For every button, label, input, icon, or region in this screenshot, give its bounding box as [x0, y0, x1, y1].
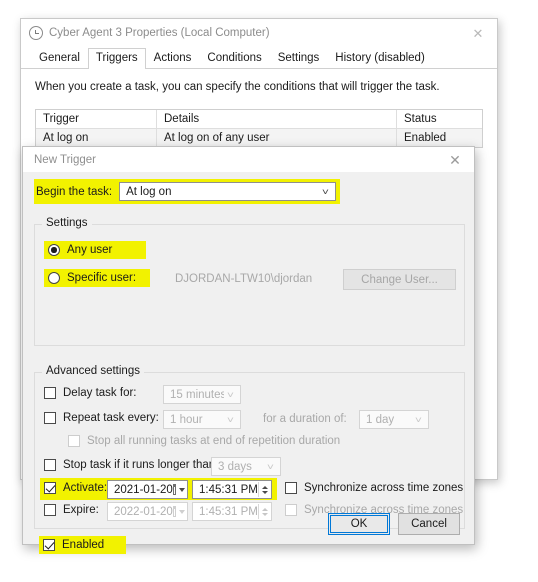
tab-actions[interactable]: Actions	[146, 48, 200, 68]
settings-group: Settings Any user Specific user: DJORDAN…	[34, 217, 465, 346]
spinner-icon[interactable]	[258, 482, 270, 497]
stop-task-select[interactable]: 3 days ˅	[211, 457, 281, 476]
repeat-task-value: 1 hour	[170, 413, 203, 426]
change-user-button[interactable]: Change User...	[343, 269, 456, 290]
cell-trigger: At log on	[43, 132, 89, 144]
activate-row: Activate:	[44, 482, 107, 494]
stop-all-checkbox[interactable]	[68, 435, 80, 447]
cell-status: Enabled	[396, 129, 482, 147]
chevron-down-icon: ˅	[226, 414, 235, 425]
activate-time-value: 1:45:31 PM	[199, 483, 258, 496]
activate-date-input[interactable]: 2021-01-20	[107, 480, 188, 499]
tab-general[interactable]: General	[31, 48, 88, 68]
activate-sync-label: Synchronize across time zones	[304, 482, 464, 494]
triggers-description: When you create a task, you can specify …	[35, 81, 440, 93]
chevron-down-icon: ˅	[414, 414, 423, 425]
repeat-task-label: Repeat task every:	[63, 412, 159, 424]
chevron-down-icon: ˅	[266, 461, 275, 472]
column-header-details: Details	[156, 110, 396, 128]
begin-task-label: Begin the task:	[36, 185, 113, 198]
activate-label: Activate:	[63, 482, 108, 494]
column-header-trigger: Trigger	[43, 113, 79, 125]
settings-group-legend: Settings	[42, 217, 92, 229]
column-header-status: Status	[396, 110, 482, 128]
tab-conditions[interactable]: Conditions	[199, 48, 269, 68]
delay-task-row: Delay task for:	[44, 387, 137, 399]
dialog-title: New Trigger	[34, 153, 96, 166]
tab-history[interactable]: History (disabled)	[327, 48, 432, 68]
begin-task-value: At log on	[126, 185, 172, 198]
radio-icon-specific-user[interactable]	[48, 272, 60, 284]
duration-value: 1 day	[366, 413, 395, 426]
stop-task-value: 3 days	[218, 460, 252, 473]
dialog-footer: OK Cancel	[23, 504, 474, 544]
repeat-task-row: Repeat task every:	[44, 412, 159, 424]
properties-window-title: Cyber Agent 3 Properties (Local Computer…	[49, 27, 270, 39]
tab-triggers[interactable]: Triggers	[87, 47, 146, 69]
table-header-row: Trigger Details Status	[36, 110, 482, 129]
ok-button[interactable]: OK	[328, 513, 390, 535]
new-trigger-dialog: New Trigger ✕ Begin the task: At log on …	[22, 146, 475, 554]
properties-body: When you create a task, you can specify …	[21, 69, 497, 148]
tab-settings[interactable]: Settings	[270, 48, 328, 68]
any-user-radio-row[interactable]: Any user	[44, 241, 147, 259]
cell-details: At log on of any user	[156, 129, 396, 147]
triggers-table: Trigger Details Status At log on At log …	[35, 109, 483, 148]
table-row[interactable]: At log on At log on of any user Enabled	[36, 129, 482, 147]
activate-sync-checkbox[interactable]	[285, 482, 297, 494]
any-user-label: Any user	[67, 244, 113, 256]
delay-task-select[interactable]: 15 minutes ˅	[163, 385, 241, 404]
properties-titlebar: Cyber Agent 3 Properties (Local Computer…	[21, 19, 497, 47]
chevron-down-icon	[179, 487, 185, 492]
stop-task-checkbox[interactable]	[44, 459, 56, 471]
dialog-close-icon[interactable]: ✕	[438, 148, 472, 172]
stop-all-label: Stop all running tasks at end of repetit…	[87, 435, 341, 447]
repeat-task-select[interactable]: 1 hour ˅	[163, 410, 241, 429]
delay-task-label: Delay task for:	[63, 387, 137, 399]
clock-icon	[29, 26, 43, 40]
dialog-body: Begin the task: At log on ˅ Settings Any…	[23, 172, 474, 554]
delay-task-value: 15 minutes	[170, 388, 224, 401]
close-icon[interactable]: ✕	[463, 21, 493, 45]
chevron-down-icon: ˅	[226, 389, 235, 400]
specific-user-radio-row[interactable]: Specific user:	[44, 269, 151, 287]
stop-task-label: Stop task if it runs longer than:	[63, 459, 219, 471]
activate-checkbox[interactable]	[44, 482, 56, 494]
properties-tab-bar: General Triggers Actions Conditions Sett…	[21, 47, 497, 69]
activate-date-value: 2021-01-20	[114, 483, 173, 496]
specific-user-value: DJORDAN-LTW10\djordan	[175, 273, 313, 285]
activate-time-input[interactable]: 1:45:31 PM	[192, 480, 272, 499]
dialog-titlebar: New Trigger ✕	[23, 147, 474, 172]
activate-sync-row: Synchronize across time zones	[285, 482, 463, 494]
duration-select[interactable]: 1 day ˅	[359, 410, 429, 429]
calendar-icon	[172, 484, 177, 495]
radio-icon-any-user[interactable]	[48, 244, 60, 256]
advanced-group-legend: Advanced settings	[42, 365, 144, 377]
duration-label: for a duration of:	[263, 413, 347, 425]
specific-user-label: Specific user:	[67, 272, 137, 284]
chevron-down-icon: ˅	[321, 186, 330, 197]
stop-all-row: Stop all running tasks at end of repetit…	[68, 435, 340, 447]
begin-task-select[interactable]: At log on ˅	[119, 182, 336, 201]
delay-task-checkbox[interactable]	[44, 387, 56, 399]
repeat-task-checkbox[interactable]	[44, 412, 56, 424]
screenshot-root: Cyber Agent 3 Properties (Local Computer…	[0, 0, 538, 582]
cancel-button[interactable]: Cancel	[398, 513, 460, 535]
stop-task-row: Stop task if it runs longer than:	[44, 459, 218, 471]
begin-task-row: Begin the task: At log on ˅	[34, 179, 340, 204]
